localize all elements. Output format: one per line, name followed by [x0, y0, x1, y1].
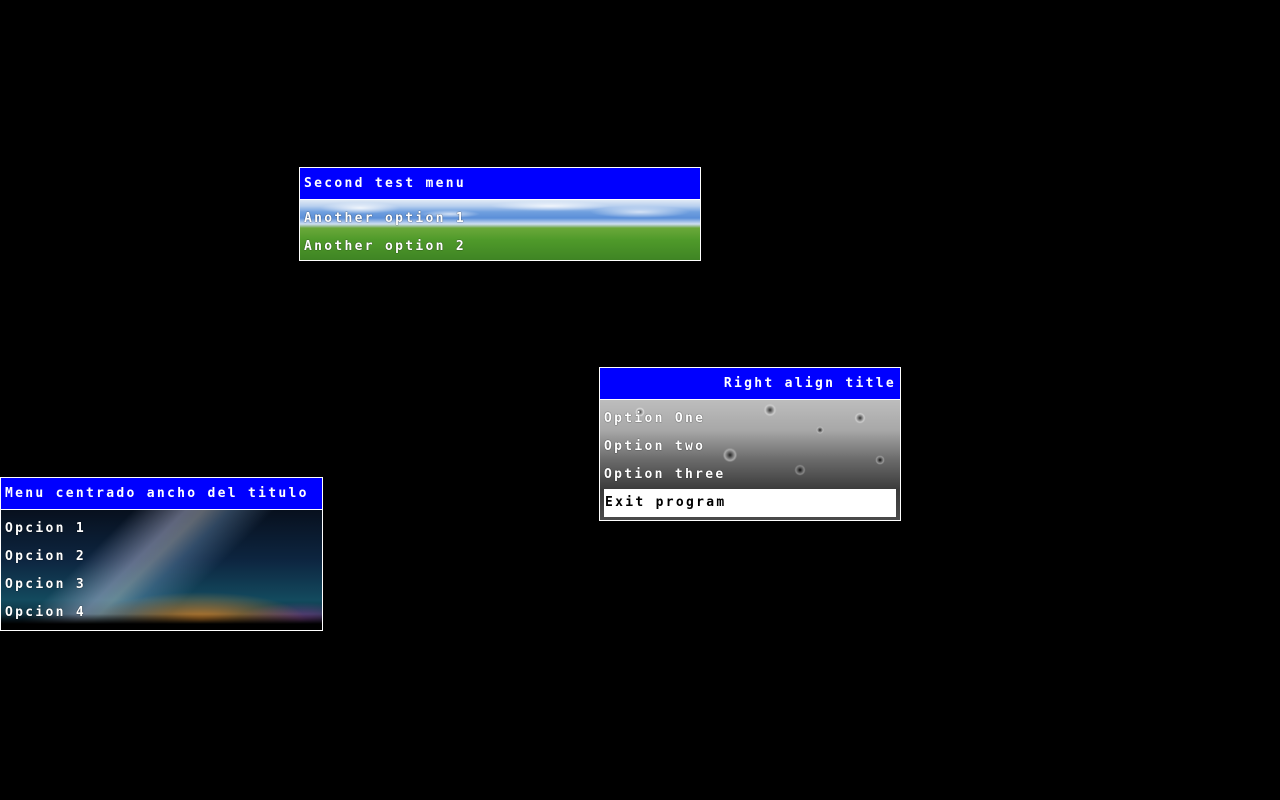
menu-item-option-three[interactable]: Option three	[604, 461, 896, 489]
menu-item-exit-program[interactable]: Exit program	[604, 489, 896, 517]
menu-item-opcion-3[interactable]: Opcion 3	[5, 571, 318, 599]
menu-item-opcion-2[interactable]: Opcion 2	[5, 543, 318, 571]
second-test-menu: Second test menu Another option 1 Anothe…	[299, 167, 701, 261]
right-align-title-menu: Right align title Option One Option two …	[599, 367, 901, 521]
menu-item-option-two[interactable]: Option two	[604, 433, 896, 461]
menu-title: Right align title	[600, 368, 900, 400]
menu-body: Another option 1 Another option 2	[300, 200, 700, 260]
menu-item-another-option-1[interactable]: Another option 1	[304, 205, 696, 233]
centered-menu: Menu centrado ancho del titulo Opcion 1 …	[0, 477, 323, 631]
menu-title: Menu centrado ancho del titulo	[1, 478, 322, 510]
menu-item-opcion-1[interactable]: Opcion 1	[5, 515, 318, 543]
menu-body: Opcion 1 Opcion 2 Opcion 3 Opcion 4	[1, 510, 322, 630]
menu-item-opcion-4[interactable]: Opcion 4	[5, 599, 318, 627]
menu-title: Second test menu	[300, 168, 700, 200]
menu-item-another-option-2[interactable]: Another option 2	[304, 233, 696, 260]
menu-body: Option One Option two Option three Exit …	[600, 400, 900, 520]
menu-item-option-one[interactable]: Option One	[604, 405, 896, 433]
